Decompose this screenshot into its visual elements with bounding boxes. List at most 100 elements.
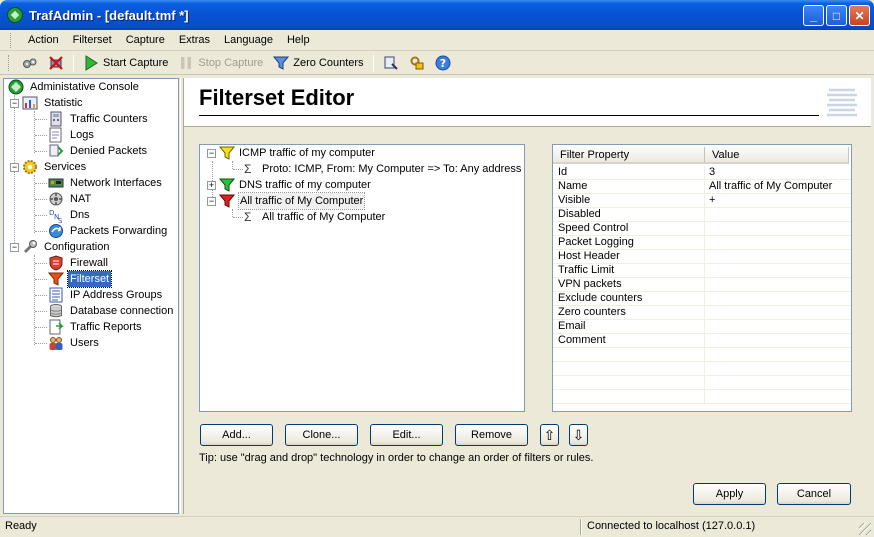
property-row[interactable]: [553, 362, 851, 376]
rule-icmp[interactable]: Σ Proto: ICMP, From: My Computer => To: …: [244, 161, 521, 177]
filter-funnel-icon: [48, 272, 64, 286]
tools-button[interactable]: [378, 53, 404, 74]
property-value[interactable]: [705, 390, 851, 404]
menu-help[interactable]: Help: [280, 31, 317, 50]
property-row[interactable]: Id 3: [553, 166, 851, 180]
users-icon: [49, 337, 63, 350]
property-row[interactable]: Host Header: [553, 250, 851, 264]
tree-item-logs[interactable]: Logs: [48, 127, 96, 143]
property-value[interactable]: [705, 334, 851, 348]
menu-action[interactable]: Action: [21, 31, 66, 50]
menu-capture[interactable]: Capture: [119, 31, 172, 50]
stop-capture-button[interactable]: Stop Capture: [173, 53, 268, 74]
tree-item-statistic[interactable]: − Statistic: [10, 95, 85, 111]
move-up-button[interactable]: ⇧: [540, 424, 559, 446]
security-button[interactable]: [404, 53, 430, 74]
column-header-property[interactable]: Filter Property: [553, 147, 705, 164]
property-row[interactable]: Traffic Limit: [553, 264, 851, 278]
tree-item-services[interactable]: − Services: [10, 159, 88, 175]
property-value[interactable]: [705, 278, 851, 292]
property-value[interactable]: [705, 264, 851, 278]
property-value[interactable]: [705, 306, 851, 320]
collapse-icon[interactable]: −: [207, 196, 216, 206]
property-row[interactable]: [553, 348, 851, 362]
help-button[interactable]: ?: [430, 53, 456, 74]
property-row[interactable]: Name All traffic of My Computer: [553, 180, 851, 194]
sigma-icon: Σ: [244, 210, 252, 224]
tree-item-filterset[interactable]: Filterset: [48, 270, 113, 288]
property-value[interactable]: [705, 362, 851, 376]
apply-button[interactable]: Apply: [693, 483, 766, 505]
close-button[interactable]: ✕: [849, 5, 870, 26]
disconnect-button[interactable]: [43, 53, 69, 74]
property-value[interactable]: All traffic of My Computer: [705, 180, 851, 194]
property-value[interactable]: [705, 236, 851, 250]
expand-icon[interactable]: +: [207, 180, 216, 190]
tree-item-dns[interactable]: DNS Dns: [48, 207, 92, 223]
property-row[interactable]: Speed Control: [553, 222, 851, 236]
status-bar: Ready Connected to localhost (127.0.0.1): [0, 516, 874, 537]
cancel-button[interactable]: Cancel: [777, 483, 851, 505]
remove-button[interactable]: Remove: [455, 424, 528, 446]
maximize-button[interactable]: □: [826, 5, 847, 26]
property-value[interactable]: [705, 376, 851, 390]
tree-item-traffic-counters[interactable]: Traffic Counters: [48, 111, 150, 127]
property-row[interactable]: Exclude counters: [553, 292, 851, 306]
tree-item-configuration[interactable]: − Configuration: [10, 239, 111, 255]
edit-button[interactable]: Edit...: [370, 424, 443, 446]
pause-icon: [181, 57, 192, 69]
tree-item-traffic-reports[interactable]: Traffic Reports: [48, 319, 144, 335]
property-row[interactable]: Zero counters: [553, 306, 851, 320]
filter-tree[interactable]: − ICMP traffic of my computer Σ Proto: I…: [199, 144, 525, 412]
property-value[interactable]: [705, 348, 851, 362]
property-value[interactable]: [705, 292, 851, 306]
property-row[interactable]: [553, 376, 851, 390]
property-value[interactable]: [705, 222, 851, 236]
menu-extras[interactable]: Extras: [172, 31, 217, 50]
property-row[interactable]: Packet Logging: [553, 236, 851, 250]
property-value[interactable]: 3: [705, 166, 851, 180]
tree-item-nat[interactable]: NAT: [48, 191, 93, 207]
rule-all-traffic[interactable]: Σ All traffic of My Computer: [244, 209, 385, 225]
tree-item-packets-forwarding[interactable]: Packets Forwarding: [48, 223, 169, 239]
wrench-icon: [23, 240, 37, 254]
filter-property-grid[interactable]: Filter Property Value Id 3 Name All traffic…: [552, 144, 852, 412]
clone-button[interactable]: Clone...: [285, 424, 358, 446]
tree-item-ip-address-groups[interactable]: IP Address Groups: [48, 287, 164, 303]
move-down-button[interactable]: ⇩: [569, 424, 588, 446]
collapse-icon[interactable]: −: [207, 148, 216, 158]
filter-dns[interactable]: + DNS traffic of my computer: [207, 177, 371, 193]
tree-item-firewall[interactable]: Firewall: [48, 255, 110, 271]
tree-item-users[interactable]: Users: [48, 335, 101, 351]
collapse-icon[interactable]: −: [10, 162, 19, 172]
filter-icmp[interactable]: − ICMP traffic of my computer: [207, 145, 375, 161]
resize-grip[interactable]: [859, 523, 871, 535]
zero-counters-button[interactable]: Zero Counters: [268, 53, 368, 74]
tree-item-network-interfaces[interactable]: Network Interfaces: [48, 175, 164, 191]
settings-button[interactable]: [17, 53, 43, 74]
add-button[interactable]: Add...: [200, 424, 273, 446]
start-capture-button[interactable]: Start Capture: [78, 53, 173, 74]
property-row[interactable]: Visible +: [553, 194, 851, 208]
property-row[interactable]: VPN packets: [553, 278, 851, 292]
property-value[interactable]: +: [705, 194, 851, 208]
filter-all-traffic[interactable]: − All traffic of My Computer: [207, 192, 366, 210]
property-value[interactable]: [705, 208, 851, 222]
tree-item-denied-packets[interactable]: Denied Packets: [48, 143, 149, 159]
minimize-button[interactable]: _: [803, 5, 824, 26]
property-row[interactable]: Disabled: [553, 208, 851, 222]
property-row[interactable]: Email: [553, 320, 851, 334]
menu-filterset[interactable]: Filterset: [66, 31, 119, 50]
tree-item-database-connection[interactable]: Database connection: [48, 303, 175, 319]
property-value[interactable]: [705, 320, 851, 334]
collapse-icon[interactable]: −: [10, 242, 19, 252]
collapse-icon[interactable]: −: [10, 98, 19, 108]
property-row[interactable]: [553, 390, 851, 404]
tree-item-root[interactable]: Administative Console: [8, 79, 141, 95]
column-header-value[interactable]: Value: [705, 147, 849, 164]
property-value[interactable]: [705, 250, 851, 264]
help-icon: ?: [435, 55, 451, 71]
menu-language[interactable]: Language: [217, 31, 280, 50]
network-card-icon: [48, 178, 64, 188]
property-row[interactable]: Comment: [553, 334, 851, 348]
